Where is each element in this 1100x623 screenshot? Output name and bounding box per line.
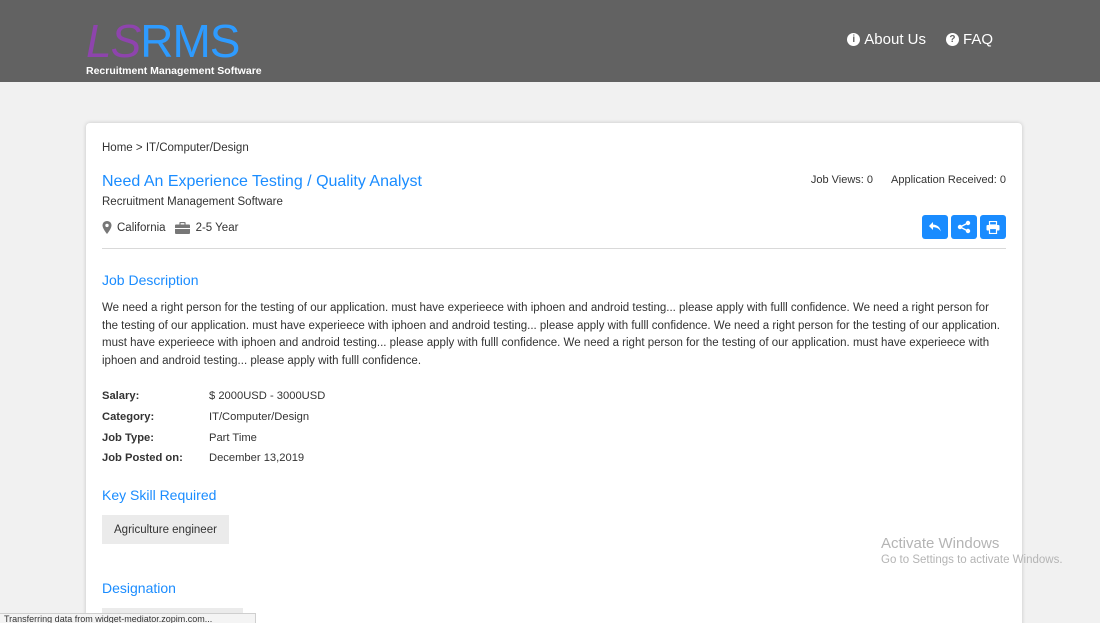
job-location: California — [117, 221, 166, 234]
detail-label: Category: — [102, 411, 155, 424]
breadcrumb-category[interactable]: IT/Computer/Design — [146, 142, 249, 154]
detail-label: Job Posted on: — [102, 452, 183, 465]
logo[interactable]: LSRMS Recruitment Management Software — [86, 18, 266, 80]
breadcrumb: Home > IT/Computer/Design — [102, 142, 249, 154]
job-stats: Job Views: 0 Application Received: 0 — [811, 174, 1006, 186]
detail-row-category: Category: IT/Computer/Design — [102, 407, 325, 428]
share-icon — [957, 220, 971, 234]
location-pin-icon — [102, 221, 112, 234]
job-meta: California 2-5 Year — [102, 221, 238, 234]
share-button[interactable] — [951, 215, 977, 239]
detail-row-salary: Salary: $ 2000USD - 3000USD — [102, 386, 325, 407]
job-description: We need a right person for the testing o… — [102, 302, 1000, 367]
top-nav: i About Us ? FAQ — [847, 31, 993, 48]
nav-about-us-label: About Us — [864, 31, 926, 48]
info-icon: i — [847, 33, 861, 46]
breadcrumb-separator: > — [135, 142, 143, 154]
print-icon — [986, 220, 1000, 234]
logo-rms: RMS — [140, 15, 240, 67]
activate-title: Activate Windows — [881, 535, 1000, 552]
applications-received: Application Received: 0 — [891, 174, 1006, 186]
reply-button[interactable] — [922, 215, 948, 239]
nav-faq[interactable]: ? FAQ — [945, 31, 993, 48]
company-name: Recruitment Management Software — [102, 196, 283, 208]
job-views: Job Views: 0 — [810, 174, 874, 186]
print-button[interactable] — [980, 215, 1006, 239]
logo-ls: LS — [86, 15, 141, 67]
nav-about-us[interactable]: i About Us — [847, 31, 926, 48]
reply-icon — [929, 222, 941, 232]
designation-heading: Designation — [102, 580, 176, 596]
activate-subtitle: Go to Settings to activate Windows. — [881, 554, 1063, 566]
detail-label: Salary: — [102, 390, 140, 403]
logo-mark: LSRMS — [86, 15, 241, 67]
breadcrumb-home[interactable]: Home — [102, 142, 133, 154]
detail-value: $ 2000USD - 3000USD — [209, 390, 326, 403]
job-experience: 2-5 Year — [195, 221, 239, 234]
question-icon: ? — [945, 33, 959, 46]
job-details: Salary: $ 2000USD - 3000USD Category: IT… — [102, 386, 325, 469]
header-divider — [102, 248, 1006, 249]
detail-value: IT/Computer/Design — [209, 411, 310, 424]
detail-row-job-type: Job Type: Part Time — [102, 427, 325, 448]
skill-chip: Agriculture engineer — [102, 515, 229, 544]
job-actions — [922, 215, 1006, 239]
nav-faq-label: FAQ — [962, 31, 993, 48]
key-skill-heading: Key Skill Required — [102, 487, 217, 503]
job-description-heading: Job Description — [102, 272, 199, 288]
briefcase-icon — [174, 221, 190, 234]
activate-windows-watermark: Activate Windows Go to Settings to activ… — [881, 535, 1063, 566]
detail-value: Part Time — [209, 431, 257, 444]
logo-tagline: Recruitment Management Software — [86, 65, 262, 77]
detail-row-posted-on: Job Posted on: December 13,2019 — [102, 448, 325, 469]
browser-status-bar: Transferring data from widget-mediator.z… — [0, 613, 256, 623]
site-header: LSRMS Recruitment Management Software i … — [0, 0, 1100, 82]
job-title: Need An Experience Testing / Quality Ana… — [102, 173, 422, 190]
detail-value: December 13,2019 — [209, 452, 305, 465]
detail-label: Job Type: — [102, 431, 155, 444]
